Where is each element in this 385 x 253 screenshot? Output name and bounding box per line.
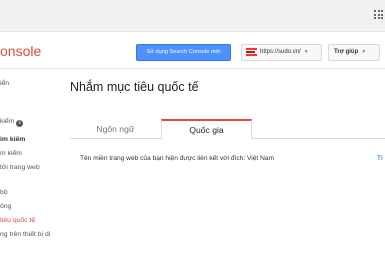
sidebar-item-links-to-site[interactable]: tới trang web — [0, 164, 40, 171]
console-header: onsole Sử dụng Search Console mới https:… — [0, 33, 385, 69]
apps-grid-icon[interactable] — [374, 10, 383, 19]
sidebar-item-messages[interactable]: kiểm i — [0, 118, 24, 127]
site-logo-icon — [246, 48, 257, 57]
help-dropdown[interactable]: Trợ giúp ▼ — [328, 44, 380, 61]
tab-language[interactable]: Ngôn ngữ — [70, 119, 161, 139]
site-selector-value: https://sudo.vn/ — [260, 49, 301, 55]
sidebar-item-search-appearance[interactable]: ìm kiếm — [0, 136, 25, 143]
info-icon: i — [16, 120, 24, 127]
product-title[interactable]: onsole — [0, 43, 41, 59]
country-target-description: Tên miền trang web của bạn hiện được liê… — [80, 155, 275, 162]
new-search-console-button[interactable]: Sử dụng Search Console mới — [136, 44, 231, 61]
sidebar-item-label: kiểm — [0, 118, 15, 125]
chevron-down-icon: ▼ — [361, 49, 367, 55]
sidebar-item-internal-links[interactable]: bộ — [0, 189, 8, 196]
site-selector-dropdown[interactable]: https://sudo.vn/▼ — [241, 44, 322, 61]
tab-bar: Ngôn ngữ Quốc gia — [70, 119, 385, 140]
help-label: Trợ giúp — [334, 49, 359, 55]
sidebar-nav: iển kiểm i ìm kiếm m kiếm tới trang web b… — [0, 70, 62, 253]
sidebar-item-mobile-usability[interactable]: ng trên thiết bị di — [0, 231, 50, 238]
google-top-bar — [0, 0, 385, 32]
sidebar-item-dashboard[interactable]: iển — [0, 80, 9, 87]
tab-country[interactable]: Quốc gia — [161, 119, 252, 140]
page-title: Nhắm mục tiêu quốc tế — [70, 80, 199, 94]
chevron-down-icon: ▼ — [303, 49, 309, 55]
sidebar-item-international-targeting[interactable]: tiêu quốc tế — [0, 217, 35, 224]
sidebar-item-manual-actions[interactable]: ông — [0, 203, 11, 210]
options-link[interactable]: Tì — [377, 155, 383, 162]
sidebar-item-search-traffic[interactable]: m kiếm — [0, 150, 22, 157]
